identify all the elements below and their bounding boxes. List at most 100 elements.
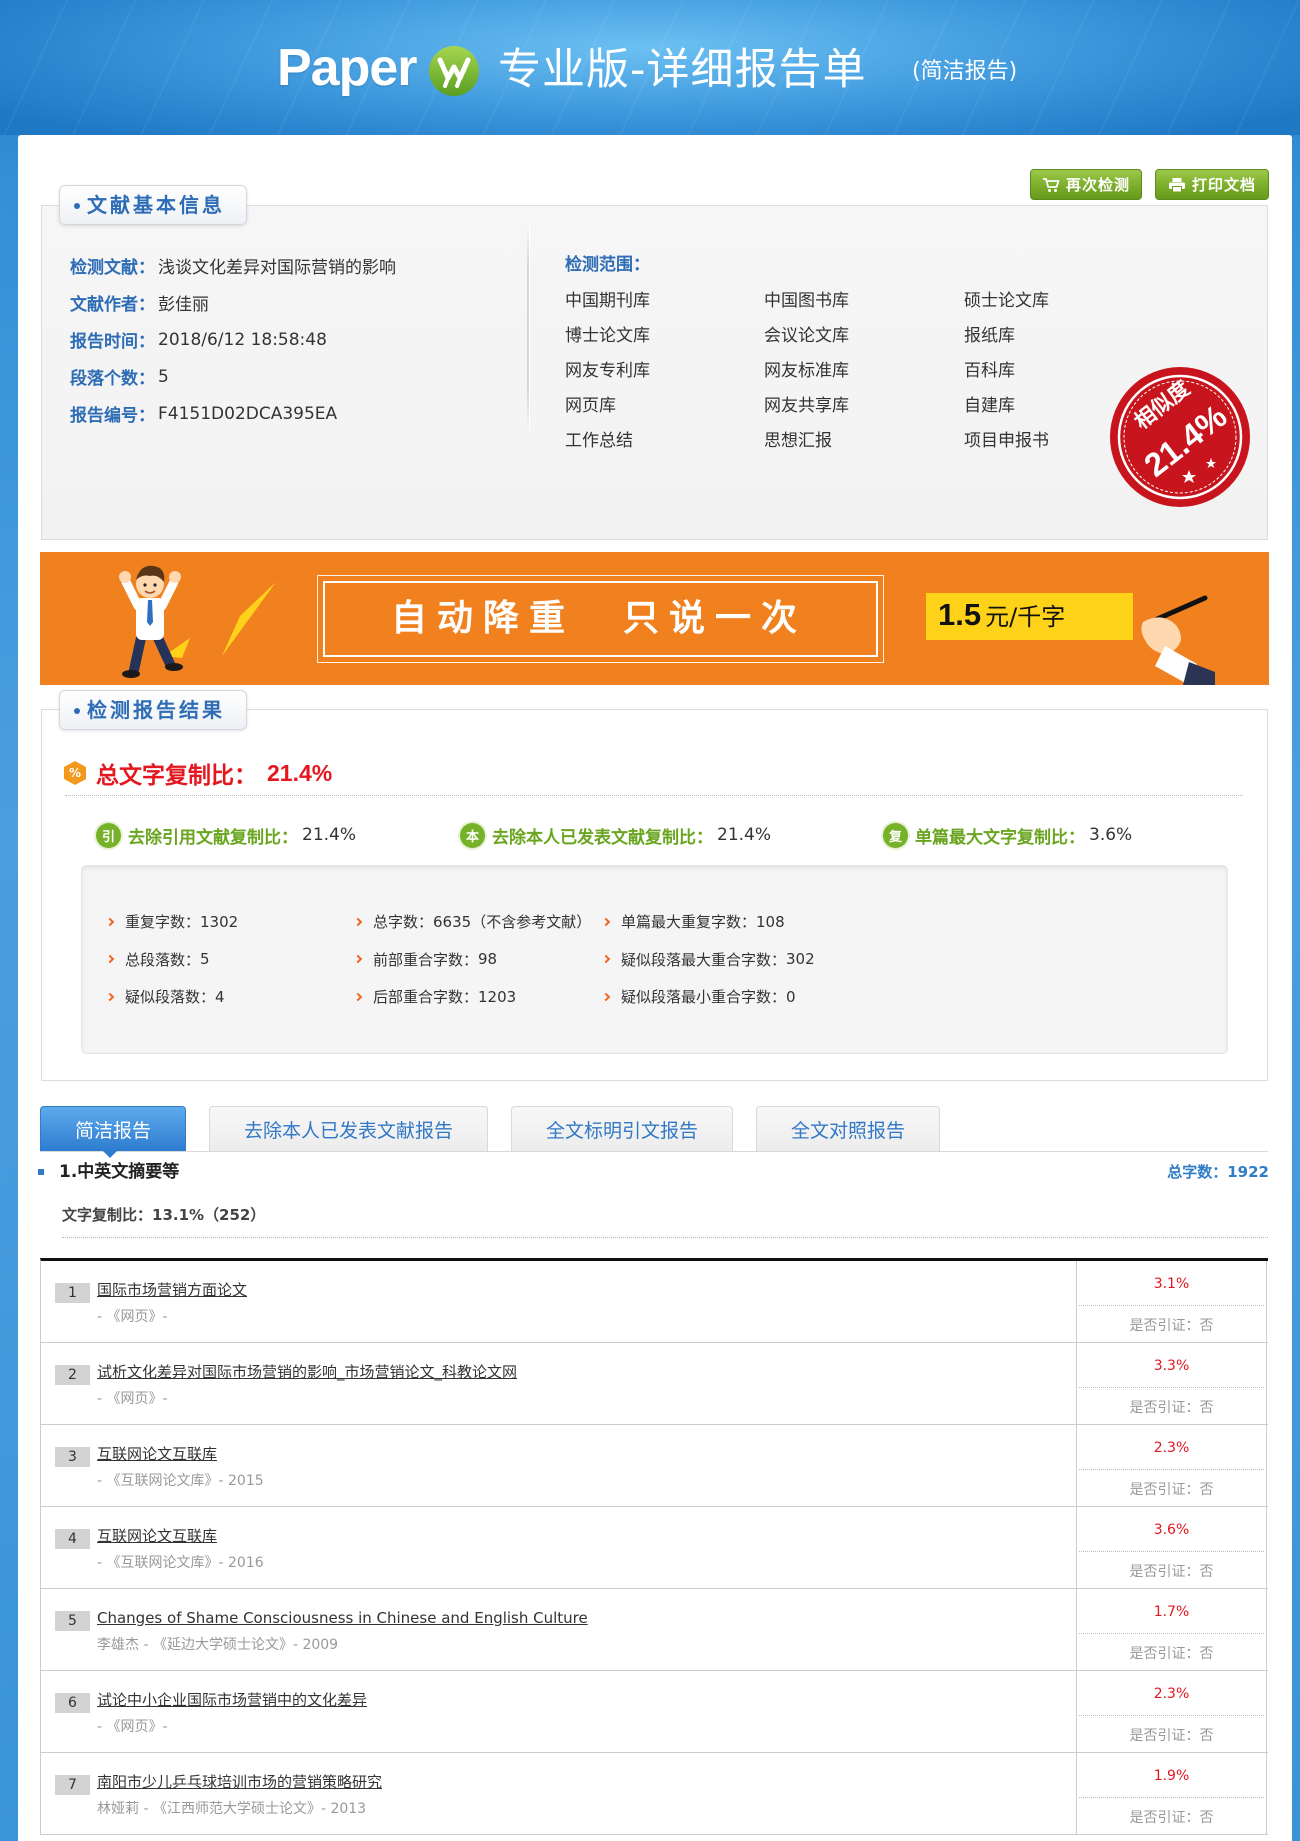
price-unit: 元/千字	[985, 603, 1066, 631]
match-title-link[interactable]: 南阳市少儿乒乓球培训市场的营销策略研究	[97, 1771, 382, 1793]
stat-value: 1203	[478, 987, 517, 1006]
match-index: 2	[55, 1365, 90, 1385]
promo-banner[interactable]: 自动降重 只说一次 1.5 元/千字	[40, 552, 1269, 685]
match-title-link[interactable]: 国际市场营销方面论文	[97, 1279, 247, 1301]
print-button[interactable]: 打印文档	[1155, 169, 1269, 200]
match-index: 6	[55, 1693, 90, 1713]
price-value: 1.5	[938, 597, 982, 632]
match-source: - 《互联网论文库》- 2015	[97, 1473, 264, 1489]
match-ratio: 3.6%	[1153, 1522, 1190, 1538]
match-source: - 《互联网论文库》- 2016	[97, 1555, 264, 1571]
match-source: 林娅莉 - 《江西师范大学硕士论文》- 2013	[97, 1801, 367, 1817]
match-citation: 是否引证：否	[1129, 1482, 1214, 1498]
paperyy-logo-mark-icon	[428, 45, 480, 97]
paperyy-logo-text: Paper	[277, 39, 418, 97]
info-field-value: 2018/6/12 18:58:48	[158, 329, 327, 350]
section-total-words-value: 1922	[1227, 1163, 1269, 1181]
tab-2[interactable]: 去除本人已发表文献报告	[209, 1106, 489, 1151]
tabs-underline	[40, 1151, 1268, 1152]
match-source: 李雄杰 - 《延边大学硕士论文》- 2009	[97, 1637, 339, 1653]
stat-item: 疑似段落数： 4	[105, 978, 354, 1016]
metric-value: 21.4%	[302, 825, 357, 845]
bullet-dot-icon	[74, 203, 80, 209]
match-ratio-cell: 1.9% 是否引证：否	[1076, 1753, 1267, 1834]
stat-value: 5	[200, 950, 210, 969]
metric-value: 3.6%	[1089, 825, 1133, 845]
dotted-divider	[1079, 1633, 1264, 1634]
recheck-button[interactable]: 再次检测	[1030, 169, 1142, 200]
info-field-3: 报告时间： 2018/6/12 18:58:48	[70, 321, 510, 358]
match-ratio-cell: 2.3% 是否引证：否	[1076, 1671, 1267, 1752]
scope-database-item: 中国图书库	[764, 291, 849, 311]
scope-database-item: 博士论文库	[565, 326, 650, 346]
table-row: 6 试论中小企业国际市场营销中的文化差异 - 《网页》- 2.3% 是否引证：否	[41, 1671, 1268, 1753]
section-copy-ratio: 文字复制比：13.1%（252）	[62, 1204, 265, 1226]
basic-info-title: 文献基本信息	[87, 193, 225, 217]
match-citation: 是否引证：否	[1129, 1400, 1214, 1416]
scope-database-item: 网页库	[565, 396, 616, 416]
match-citation: 是否引证：否	[1129, 1728, 1214, 1744]
info-field-value: 彭佳丽	[158, 295, 209, 315]
results-title: 检测报告结果	[87, 698, 225, 722]
metric-value: 21.4%	[717, 825, 772, 845]
dotted-divider	[62, 1237, 1268, 1238]
metric-badge-icon: 复	[883, 822, 908, 848]
basic-info-fields: 检测文献： 浅谈文化差异对国际营销的影响 文献作者： 彭佳丽 报告时间： 2018/6/1…	[70, 247, 510, 432]
stat-value: 302	[786, 950, 815, 969]
info-field-label: 段落个数：	[70, 369, 155, 389]
info-field-5: 报告编号： F4151D02DCA395EA	[70, 395, 510, 432]
tab-1[interactable]: 简洁报告	[40, 1106, 187, 1151]
stat-note: （不含参考文献）	[471, 913, 592, 932]
stat-label: 疑似段落最大重合字数：	[621, 950, 787, 969]
match-title-link[interactable]: Changes of Shame Consciousness in Chines…	[97, 1607, 588, 1629]
bullet-arrow-icon	[353, 992, 363, 1001]
recheck-label: 再次检测	[1065, 176, 1130, 194]
section-total-words-label: 总字数：	[1167, 1163, 1228, 1181]
match-ratio: 1.7%	[1153, 1604, 1190, 1620]
stat-label: 疑似段落最小重合字数：	[621, 988, 787, 1007]
bullet-arrow-icon	[105, 992, 115, 1001]
info-divider	[527, 225, 529, 430]
dotted-divider	[65, 795, 1243, 796]
match-title-link[interactable]: 试论中小企业国际市场营销中的文化差异	[97, 1689, 367, 1711]
tab-3[interactable]: 全文标明引文报告	[511, 1106, 734, 1151]
report-tabs: 简洁报告 去除本人已发表文献报告 全文标明引文报告 全文对照报告	[40, 1106, 941, 1151]
match-source: - 《网页》-	[97, 1719, 168, 1735]
table-row: 4 互联网论文互联库 - 《互联网论文库》- 2016 3.6% 是否引证：否	[41, 1507, 1268, 1589]
match-index: 4	[55, 1529, 90, 1549]
scope-database-item: 报纸库	[964, 326, 1015, 346]
match-index: 5	[55, 1611, 90, 1631]
match-citation: 是否引证：否	[1129, 1318, 1214, 1334]
stat-label: 单篇最大重复字数：	[621, 913, 757, 932]
scope-database-item: 硕士论文库	[964, 291, 1049, 311]
scope-database-item: 会议论文库	[764, 326, 849, 346]
bullet-arrow-icon	[601, 955, 611, 964]
match-citation: 是否引证：否	[1129, 1810, 1214, 1826]
scope-database-item: 网友标准库	[764, 361, 849, 381]
info-field-label: 检测文献：	[70, 258, 155, 278]
stat-value: 108	[756, 912, 785, 931]
match-source: - 《网页》-	[97, 1309, 168, 1325]
banner-slogan-2: 只说一次	[623, 598, 808, 639]
section-title: 1.中英文摘要等	[59, 1162, 180, 1182]
match-title-link[interactable]: 互联网论文互联库	[97, 1525, 217, 1547]
scope-database-item: 工作总结	[565, 431, 633, 451]
match-index: 7	[55, 1775, 90, 1795]
results-heading: 检测报告结果	[59, 690, 247, 730]
stat-value: 6635	[433, 912, 472, 931]
match-title-link[interactable]: 试析文化差异对国际市场营销的影响_市场营销论文_科教论文网	[97, 1361, 517, 1383]
match-index: 1	[55, 1283, 90, 1303]
match-title-link[interactable]: 互联网论文互联库	[97, 1443, 217, 1465]
stats-panel: 重复字数： 1302 总段落数： 5 疑似段落数： 4 总字数： 6635 （不含参考文献） 前部…	[82, 866, 1227, 1053]
stat-label: 总段落数：	[125, 950, 201, 969]
table-row: 7 南阳市少儿乒乓球培训市场的营销策略研究林娅莉 - 《江西师范大学硕士论文》- …	[41, 1753, 1268, 1835]
stats-column-1: 重复字数： 1302 总段落数： 5 疑似段落数： 4	[105, 903, 354, 1016]
match-ratio-cell: 1.7% 是否引证：否	[1076, 1589, 1267, 1670]
tab-4[interactable]: 全文对照报告	[756, 1106, 941, 1151]
stat-label: 疑似段落数：	[125, 988, 216, 1007]
total-copy-ratio-value: 21.4%	[267, 759, 333, 786]
stat-label: 前部重合字数：	[373, 950, 479, 969]
stat-value: 4	[215, 987, 225, 1006]
bullet-arrow-icon	[601, 992, 611, 1001]
scope-database-item: 思想汇报	[764, 431, 832, 451]
